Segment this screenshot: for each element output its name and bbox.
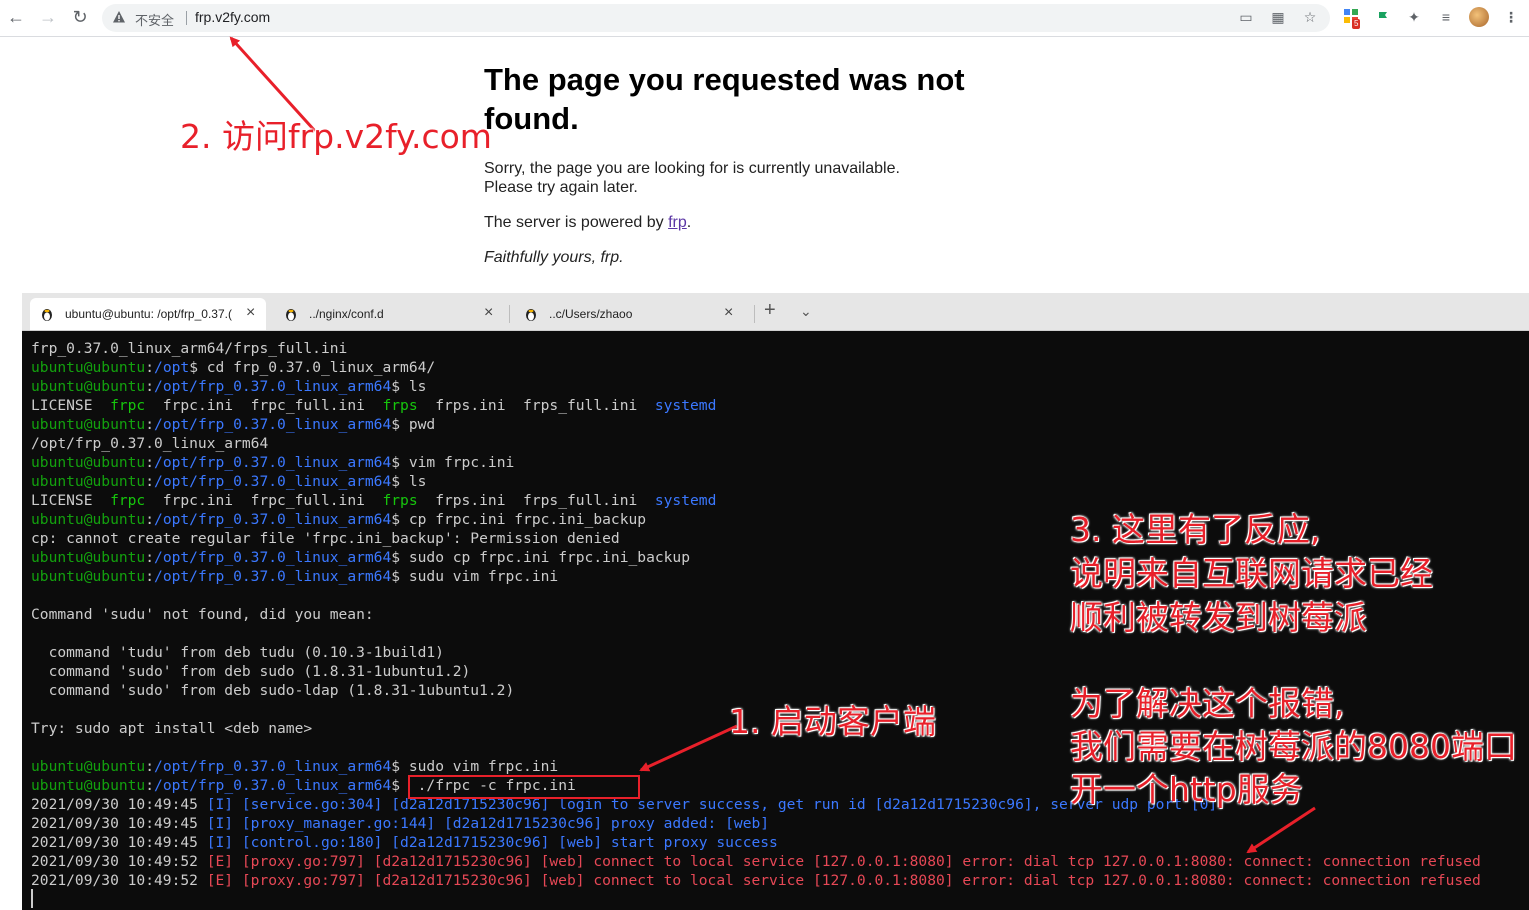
annotation-fix-line3: 开一个http服务 [1070,770,1303,809]
annotation-fix-line1: 为了解决这个报错, [1070,684,1345,723]
annotation-step3-line3: 顺利被转发到树莓派 [1070,598,1367,637]
annotation-step3-line1: 3. 这里有了反应, [1070,510,1321,549]
arrow-to-command [639,724,738,772]
annotation-step2: 2. 访问frp.v2fy.com [180,117,492,156]
annotation-step1: 1. 启动客户端 [729,702,936,741]
annotation-fix-line2: 我们需要在树莓派的8080端口 [1070,727,1517,766]
annotation-step3-line2: 说明来自互联网请求已经 [1070,554,1433,593]
arrow-to-error [1246,806,1316,854]
